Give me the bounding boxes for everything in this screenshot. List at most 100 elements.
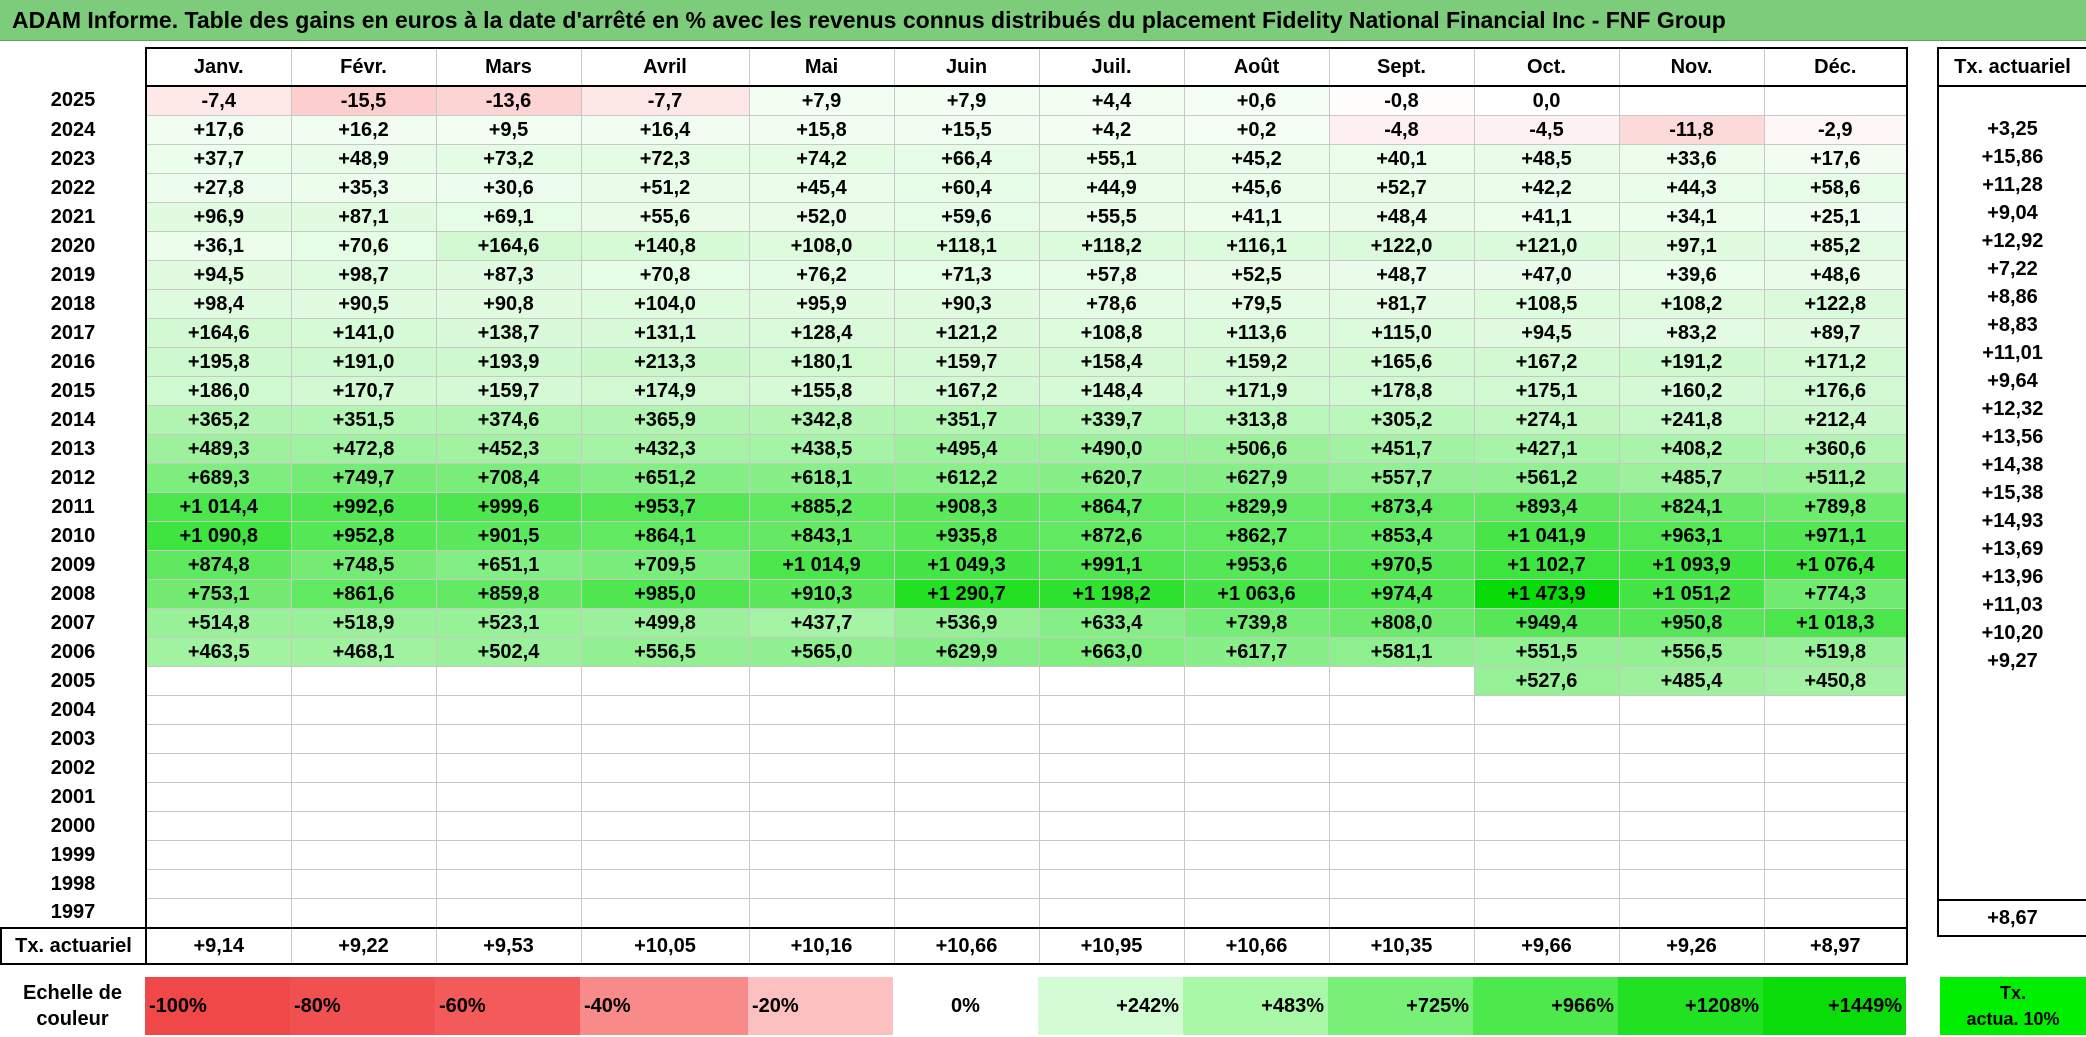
gain-cell (1763, 753, 1908, 783)
footer-rate-cell: +10,66 (893, 927, 1040, 965)
legend-label-line1: Echelle de (23, 982, 122, 1004)
gain-cell: +351,7 (893, 405, 1040, 435)
gain-cell: +748,5 (290, 550, 437, 580)
gain-cell: +159,7 (435, 376, 582, 406)
gain-cell: +749,7 (290, 463, 437, 493)
gain-cell (1618, 782, 1765, 812)
table-row: 2011 +1 014,4 +992,6 +999,6 +953,7 +885,2 +908… (1, 492, 1908, 522)
gain-cell: +165,6 (1328, 347, 1475, 377)
month-header: Janv. (145, 47, 292, 87)
gain-cell (1038, 840, 1185, 870)
gain-cell: +365,9 (580, 405, 750, 435)
month-header: Juil. (1038, 47, 1185, 87)
gain-cell: +159,7 (893, 347, 1040, 377)
gain-cell: +985,0 (580, 579, 750, 609)
gain-cell (893, 869, 1040, 899)
gain-cell: +536,9 (893, 608, 1040, 638)
side-footer-rate: +8,67 (1937, 899, 2086, 937)
legend-swatch: -100% (145, 977, 290, 1035)
gain-cell: +122,0 (1328, 231, 1475, 261)
gain-cell: +935,8 (893, 521, 1040, 551)
gain-cell: +176,6 (1763, 376, 1908, 406)
side-rate-cell: +15,86 (1937, 143, 2086, 171)
gain-cell (1473, 753, 1620, 783)
gain-cell (145, 695, 292, 725)
gain-cell: +313,8 (1183, 405, 1330, 435)
gain-cell: -2,9 (1763, 115, 1908, 145)
gain-cell: +859,8 (435, 579, 582, 609)
gain-cell (748, 753, 895, 783)
gain-cell: +108,0 (748, 231, 895, 261)
gain-cell: +39,6 (1618, 260, 1765, 290)
title-bar: ADAM Informe. Table des gains en euros à… (0, 0, 2086, 41)
legend-swatch: +725% (1328, 977, 1473, 1035)
gain-cell: +167,2 (893, 376, 1040, 406)
gain-cell: +485,4 (1618, 666, 1765, 696)
gain-cell (1618, 724, 1765, 754)
gain-cell: +90,3 (893, 289, 1040, 319)
header-corner (1, 48, 147, 86)
footer-rate-cell: +9,66 (1473, 927, 1620, 965)
year-label: 2012 (1, 463, 147, 493)
gain-cell: +16,4 (580, 115, 750, 145)
side-rate-cell: +9,27 (1937, 647, 2086, 675)
gain-cell: +523,1 (435, 608, 582, 638)
footer-rate-cell: +10,66 (1183, 927, 1330, 965)
gain-cell: +115,0 (1328, 318, 1475, 348)
gain-cell: +76,2 (748, 260, 895, 290)
gain-cell: +893,4 (1473, 492, 1620, 522)
side-rate-cell: +11,28 (1937, 171, 2086, 199)
gain-cell (1038, 811, 1185, 841)
gain-cell: +970,5 (1328, 550, 1475, 580)
year-label: 2006 (1, 637, 147, 667)
table-row: 2021 +96,9 +87,1 +69,1 +55,6 +52,0 +59,6 +55,5 +… (1, 202, 1908, 232)
gain-cell: +557,7 (1328, 463, 1475, 493)
gain-cell: +167,2 (1473, 347, 1620, 377)
gain-cell: +16,2 (290, 115, 437, 145)
gain-cell (748, 898, 895, 929)
side-rate-cell: +8,83 (1937, 311, 2086, 339)
gain-cell: +360,6 (1763, 434, 1908, 464)
gain-cell: +561,2 (1473, 463, 1620, 493)
table-row: 2025 -7,4 -15,5 -13,6 -7,7 +7,9 +7,9 +4,4 +0,6 -0… (1, 85, 1908, 116)
gain-cell (580, 840, 750, 870)
gain-cell: +52,5 (1183, 260, 1330, 290)
side-rate-cell (1937, 675, 2086, 703)
gain-cell: +37,7 (145, 144, 292, 174)
gain-cell: +108,8 (1038, 318, 1185, 348)
month-header: Avril (580, 47, 750, 87)
gain-cell (1763, 782, 1908, 812)
gain-cell (893, 811, 1040, 841)
gain-cell: +974,4 (1328, 579, 1475, 609)
year-label: 2002 (1, 753, 147, 783)
legend-swatch: +1449% (1763, 977, 1906, 1035)
gain-cell (1618, 753, 1765, 783)
gain-cell: +34,1 (1618, 202, 1765, 232)
gain-cell (748, 811, 895, 841)
gain-cell: +33,6 (1618, 144, 1765, 174)
gain-cell: +160,2 (1618, 376, 1765, 406)
gain-cell (1763, 695, 1908, 725)
gain-cell: +72,3 (580, 144, 750, 174)
gain-cell (290, 724, 437, 754)
gain-cell: +864,1 (580, 521, 750, 551)
year-label: 2022 (1, 173, 147, 203)
gain-cell (893, 753, 1040, 783)
gain-cell: +1 198,2 (1038, 579, 1185, 609)
gain-cell (1618, 840, 1765, 870)
footer-rate-cell: +10,35 (1328, 927, 1475, 965)
side-header: Tx. actuariel (1937, 47, 2086, 87)
gain-cell: +180,1 (748, 347, 895, 377)
gain-cell: +55,6 (580, 202, 750, 232)
gain-cell: +170,7 (290, 376, 437, 406)
side-rate-cell: +14,93 (1937, 507, 2086, 535)
gain-cell: +48,7 (1328, 260, 1475, 290)
gain-cell: +47,0 (1473, 260, 1620, 290)
gain-cell: +651,1 (435, 550, 582, 580)
legend-tx-line2: actua. 10% (1966, 1009, 2060, 1029)
side-rate-cell (1937, 843, 2086, 871)
gain-cell: +468,1 (290, 637, 437, 667)
year-label: 2025 (1, 86, 147, 116)
gain-cell: +45,6 (1183, 173, 1330, 203)
month-header: Juin (893, 47, 1040, 87)
